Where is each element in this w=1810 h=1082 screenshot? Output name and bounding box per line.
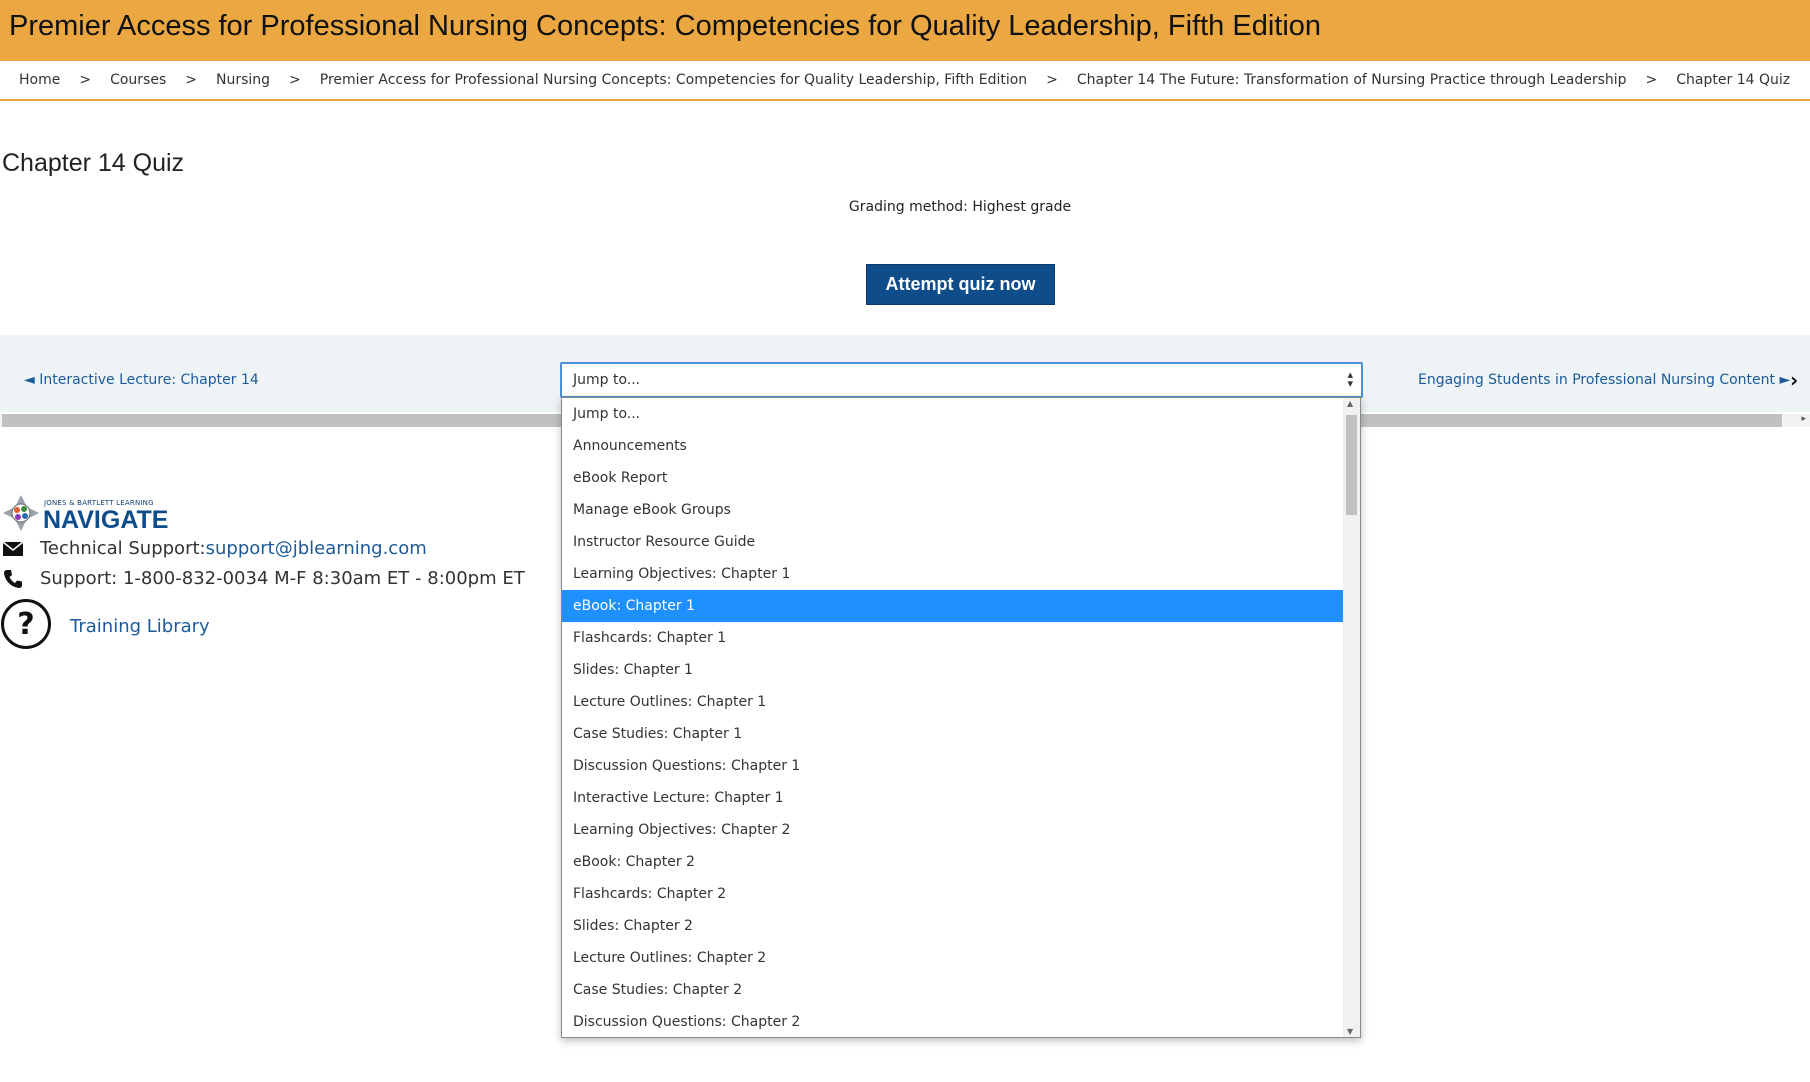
breadcrumb: Home > Courses > Nursing > Premier Acces… <box>0 61 1810 101</box>
jump-to-value: Jump to... <box>573 372 641 388</box>
dropdown-option[interactable]: Discussion Questions: Chapter 2 <box>562 1006 1344 1037</box>
phone-icon <box>0 569 26 589</box>
dropdown-option[interactable]: Discussion Questions: Chapter 1 <box>562 750 1344 782</box>
dropdown-option[interactable]: Learning Objectives: Chapter 1 <box>562 558 1344 590</box>
dropdown-option[interactable]: Lecture Outlines: Chapter 1 <box>562 686 1344 718</box>
training-library-row: ? Training Library <box>0 598 210 654</box>
dropdown-option[interactable]: Interactive Lecture: Chapter 1 <box>562 782 1344 814</box>
breadcrumb-chapter[interactable]: Chapter 14 The Future: Transformation of… <box>1077 72 1627 88</box>
dropdown-option[interactable]: Flashcards: Chapter 2 <box>562 878 1344 910</box>
scroll-right-arrow-icon[interactable]: ▸ <box>1801 414 1806 424</box>
dropdown-option[interactable]: Case Studies: Chapter 1 <box>562 718 1344 750</box>
select-arrows-icon: ▴ ▾ <box>1347 368 1353 390</box>
jump-to-dropdown-list[interactable]: Jump to... Announcements eBook Report Manag… <box>561 397 1361 1038</box>
support-email-link[interactable]: support@jblearning.com <box>206 538 427 559</box>
dropdown-options: Jump to... Announcements eBook Report Manag… <box>562 398 1360 1037</box>
training-library-link[interactable]: Training Library <box>70 616 210 637</box>
breadcrumb-separator: > <box>1645 72 1658 88</box>
dropdown-option[interactable]: eBook: Chapter 1 <box>562 590 1344 622</box>
attempt-quiz-button[interactable]: Attempt quiz now <box>866 264 1055 305</box>
dropdown-option[interactable]: Case Studies: Chapter 2 <box>562 974 1344 1006</box>
breadcrumb-home[interactable]: Home <box>19 72 60 88</box>
phone-support-text: Support: 1-800-832-0034 M-F 8:30am ET - … <box>40 568 525 589</box>
dropdown-option[interactable]: Announcements <box>562 430 1344 462</box>
next-activity-link[interactable]: Engaging Students in Professional Nursin… <box>1418 372 1790 388</box>
dropdown-option[interactable]: Jump to... <box>562 398 1344 430</box>
phone-support-row: Support: 1-800-832-0034 M-F 8:30am ET - … <box>0 568 525 589</box>
dropdown-option[interactable]: eBook Report <box>562 462 1344 494</box>
dropdown-scrollbar[interactable]: ▲ ▼ <box>1343 398 1360 1037</box>
navigate-logo: JONES & BARTLETT LEARNING NAVIGATE <box>0 492 180 534</box>
dropdown-scrollbar-thumb[interactable] <box>1346 415 1357 515</box>
breadcrumb-course[interactable]: Premier Access for Professional Nursing … <box>320 72 1027 88</box>
technical-support-label: Technical Support: <box>40 538 206 559</box>
chevron-right-icon[interactable]: › <box>1790 368 1798 392</box>
dropdown-option[interactable]: Flashcards: Chapter 1 <box>562 622 1344 654</box>
breadcrumb-separator: > <box>1046 72 1058 88</box>
grading-method: Grading method: Highest grade <box>848 199 1072 215</box>
breadcrumb-courses[interactable]: Courses <box>110 72 166 88</box>
breadcrumb-separator: > <box>185 72 197 88</box>
breadcrumb-nursing[interactable]: Nursing <box>216 72 270 88</box>
technical-support-row: Technical Support: support@jblearning.co… <box>0 538 427 559</box>
previous-activity-link[interactable]: ◄ Interactive Lecture: Chapter 14 <box>24 372 259 388</box>
scroll-up-arrow-icon[interactable]: ▲ <box>1347 399 1353 408</box>
breadcrumb-quiz[interactable]: Chapter 14 Quiz <box>1676 72 1790 88</box>
dropdown-option[interactable]: Slides: Chapter 1 <box>562 654 1344 686</box>
course-header: Premier Access for Professional Nursing … <box>0 0 1810 61</box>
dropdown-option[interactable]: Instructor Resource Guide <box>562 526 1344 558</box>
scroll-down-arrow-icon[interactable]: ▼ <box>1347 1027 1353 1036</box>
jump-to-select[interactable]: Jump to... ▴ ▾ <box>560 362 1363 398</box>
email-icon <box>0 541 26 556</box>
breadcrumb-separator: > <box>79 72 92 88</box>
dropdown-option[interactable]: Lecture Outlines: Chapter 2 <box>562 942 1344 974</box>
navigate-compass-icon <box>3 495 39 531</box>
dropdown-option[interactable]: Manage eBook Groups <box>562 494 1344 526</box>
page-title: Chapter 14 Quiz <box>2 149 185 177</box>
dropdown-option[interactable]: Learning Objectives: Chapter 2 <box>562 814 1344 846</box>
breadcrumb-separator: > <box>289 72 301 88</box>
dropdown-option[interactable]: Slides: Chapter 2 <box>562 910 1344 942</box>
logo-wordmark: NAVIGATE <box>43 506 169 534</box>
dropdown-option[interactable]: eBook: Chapter 2 <box>562 846 1344 878</box>
svg-text:?: ? <box>17 607 34 642</box>
help-question-icon: ? <box>0 598 52 654</box>
course-title: Premier Access for Professional Nursing … <box>9 10 1322 42</box>
